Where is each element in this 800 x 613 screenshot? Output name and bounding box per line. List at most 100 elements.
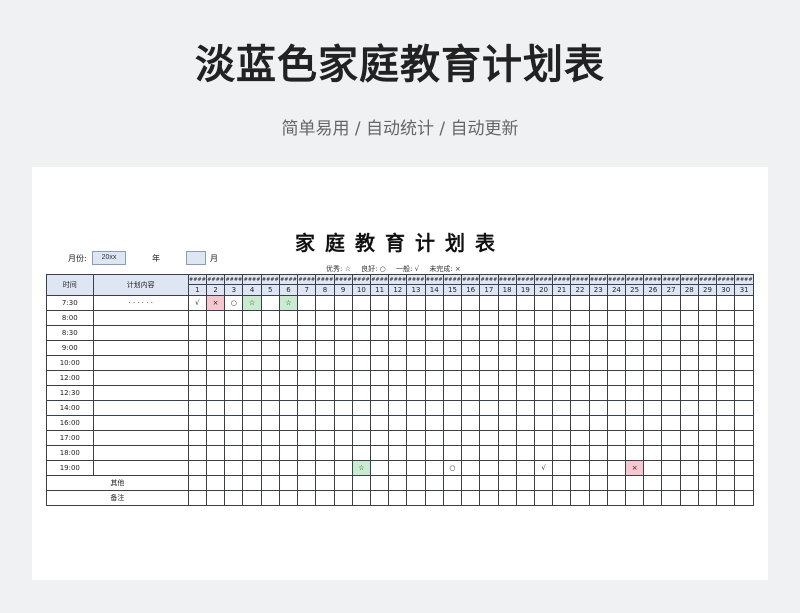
day-cell[interactable] [278, 325, 299, 341]
year-input[interactable]: 20xx [92, 251, 126, 265]
day-cell[interactable] [242, 340, 262, 356]
day-cell[interactable] [643, 340, 663, 356]
day-cell[interactable] [461, 445, 481, 461]
day-cell[interactable] [461, 460, 481, 476]
day-cell[interactable] [224, 490, 244, 506]
day-cell[interactable] [734, 430, 754, 446]
day-cell[interactable] [570, 385, 590, 401]
day-cell[interactable] [205, 355, 226, 371]
day-cell[interactable] [187, 370, 208, 386]
day-cell[interactable] [606, 460, 627, 476]
day-cell[interactable] [388, 415, 408, 431]
day-cell[interactable] [242, 370, 262, 386]
day-cell[interactable] [479, 325, 499, 341]
day-cell[interactable] [661, 325, 681, 341]
plan-cell[interactable] [92, 355, 189, 371]
day-cell[interactable] [351, 370, 371, 386]
day-cell[interactable] [278, 340, 299, 356]
day-cell[interactable] [515, 475, 535, 491]
day-cell[interactable] [278, 385, 299, 401]
day-cell[interactable] [533, 445, 554, 461]
day-cell[interactable] [442, 400, 463, 416]
day-cell[interactable] [388, 370, 408, 386]
day-cell[interactable] [369, 460, 390, 476]
day-cell[interactable] [278, 475, 299, 491]
day-cell[interactable] [388, 325, 408, 341]
day-cell[interactable] [679, 385, 699, 401]
day-cell[interactable] [734, 370, 754, 386]
day-cell[interactable] [643, 295, 663, 311]
day-cell[interactable] [734, 460, 754, 476]
day-cell[interactable] [716, 415, 736, 431]
day-cell[interactable] [315, 430, 335, 446]
day-cell[interactable] [424, 295, 444, 311]
day-cell[interactable] [643, 355, 663, 371]
day-cell[interactable] [606, 385, 627, 401]
day-cell[interactable] [442, 430, 463, 446]
day-cell[interactable] [297, 340, 317, 356]
day-cell[interactable] [606, 490, 627, 506]
day-cell[interactable] [588, 400, 608, 416]
day-cell[interactable] [625, 490, 645, 506]
day-cell[interactable] [679, 490, 699, 506]
day-cell[interactable] [679, 475, 699, 491]
day-cell[interactable] [515, 295, 535, 311]
day-cell[interactable] [679, 445, 699, 461]
day-cell[interactable] [351, 415, 371, 431]
day-cell[interactable] [278, 355, 299, 371]
day-cell[interactable] [351, 445, 371, 461]
day-cell[interactable] [442, 295, 463, 311]
day-cell[interactable] [533, 370, 554, 386]
day-cell[interactable] [697, 355, 718, 371]
day-cell[interactable] [661, 490, 681, 506]
day-cell[interactable] [424, 430, 444, 446]
day-cell[interactable] [205, 400, 226, 416]
day-cell[interactable] [497, 355, 517, 371]
day-cell[interactable] [351, 310, 371, 326]
day-cell[interactable] [369, 325, 390, 341]
day-cell[interactable] [643, 475, 663, 491]
day-cell[interactable] [570, 325, 590, 341]
day-cell[interactable] [552, 340, 572, 356]
day-cell[interactable] [661, 445, 681, 461]
day-cell[interactable] [333, 310, 353, 326]
day-cell[interactable] [442, 415, 463, 431]
day-cell[interactable] [278, 415, 299, 431]
day-cell[interactable] [661, 430, 681, 446]
day-cell[interactable] [479, 415, 499, 431]
day-cell[interactable] [679, 460, 699, 476]
day-cell[interactable] [497, 370, 517, 386]
day-cell[interactable] [224, 340, 244, 356]
day-cell[interactable] [442, 370, 463, 386]
day-cell[interactable] [315, 355, 335, 371]
day-cell[interactable] [333, 490, 353, 506]
day-cell[interactable] [187, 430, 208, 446]
day-cell[interactable] [406, 370, 426, 386]
day-cell[interactable] [552, 370, 572, 386]
day-cell[interactable] [679, 295, 699, 311]
day-cell[interactable] [588, 460, 608, 476]
day-cell[interactable] [497, 340, 517, 356]
day-cell[interactable] [625, 370, 645, 386]
day-cell[interactable] [661, 415, 681, 431]
day-cell[interactable] [224, 370, 244, 386]
mark-cell[interactable]: × [205, 295, 226, 311]
day-cell[interactable] [260, 325, 280, 341]
day-cell[interactable] [570, 475, 590, 491]
day-cell[interactable] [734, 415, 754, 431]
day-cell[interactable] [716, 325, 736, 341]
day-cell[interactable] [479, 385, 499, 401]
day-cell[interactable] [588, 355, 608, 371]
day-cell[interactable] [406, 460, 426, 476]
day-cell[interactable] [734, 490, 754, 506]
day-cell[interactable] [242, 445, 262, 461]
day-cell[interactable] [205, 310, 226, 326]
day-cell[interactable] [679, 370, 699, 386]
day-cell[interactable] [242, 430, 262, 446]
mark-cell[interactable]: √ [533, 460, 554, 476]
plan-cell[interactable] [92, 325, 189, 341]
day-cell[interactable] [643, 370, 663, 386]
day-cell[interactable] [716, 400, 736, 416]
day-cell[interactable] [297, 295, 317, 311]
day-cell[interactable] [661, 370, 681, 386]
